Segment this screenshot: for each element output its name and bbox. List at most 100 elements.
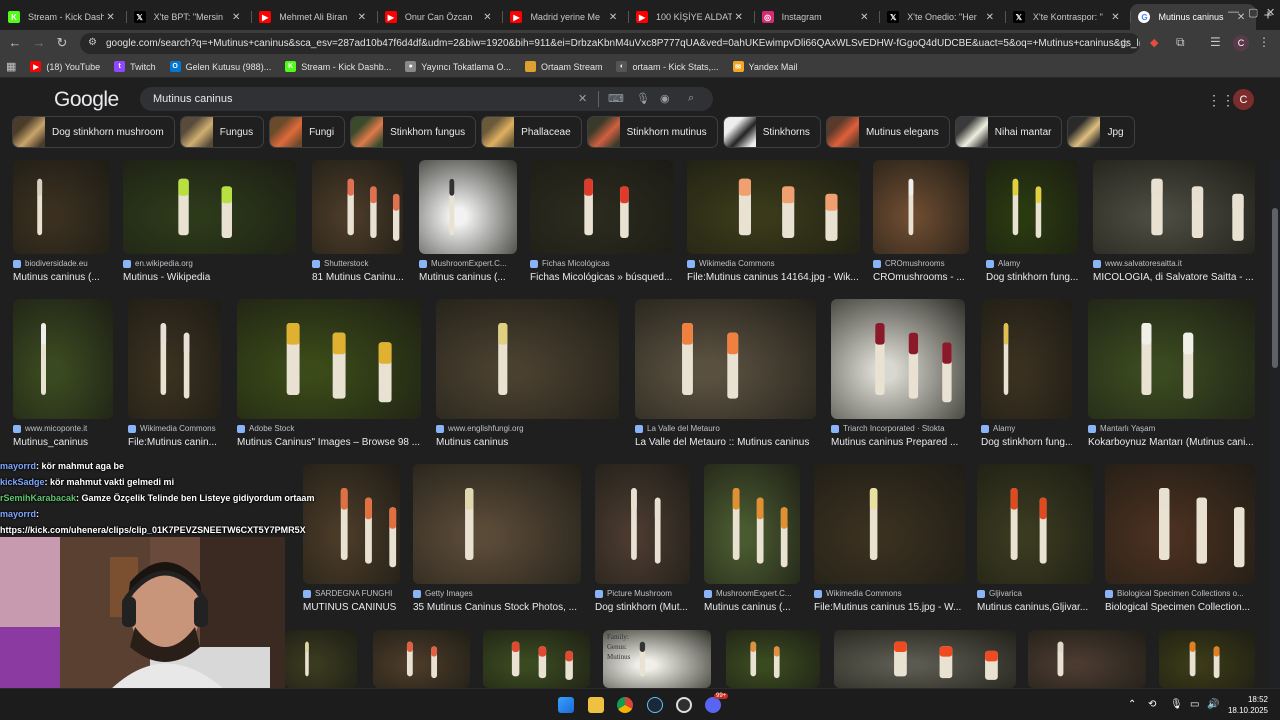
result-title[interactable]: 81 Mutinus Caninu... [312, 272, 403, 283]
result-source[interactable]: biodiversidade.eu [13, 259, 110, 268]
result-source[interactable]: Wikimedia Commons [814, 589, 965, 598]
search-chip[interactable]: Fungi [269, 116, 346, 148]
image-result[interactable] [419, 160, 517, 254]
forward-button-icon[interactable]: → [27, 35, 51, 50]
result-title[interactable]: Dog stinkhorn fung... [981, 437, 1072, 448]
result-source[interactable]: Getty Images [413, 589, 581, 598]
result-source[interactable]: Adobe Stock [237, 424, 421, 433]
bookmark-item[interactable]: Ortaam Stream [524, 61, 602, 72]
chrome-menu-icon[interactable]: ⋮ [1258, 35, 1270, 49]
result-title[interactable]: Mutinus_caninus [13, 437, 113, 448]
chat-username[interactable]: mayorrd [0, 461, 36, 471]
windows-start-icon[interactable] [558, 697, 574, 713]
search-chip[interactable]: Jpg [1067, 116, 1135, 148]
image-result[interactable] [635, 299, 816, 419]
result-title[interactable]: 35 Mutinus Caninus Stock Photos, ... [413, 602, 581, 613]
result-title[interactable]: Mutinus caninus (... [419, 272, 517, 283]
minimize-icon[interactable]: — [1228, 6, 1239, 18]
result-title[interactable]: Mutinus caninus (... [704, 602, 800, 613]
tab-0[interactable]: K Stream - Kick Dashboard✕ [0, 4, 126, 30]
search-query[interactable]: Mutinus caninus [153, 93, 233, 105]
result-source[interactable]: Shutterstock [312, 259, 403, 268]
microphone-icon[interactable]: 🎙 [636, 92, 650, 105]
bookmark-item[interactable]: t Twitch [114, 61, 156, 72]
reading-list-icon[interactable]: ☰ [1210, 35, 1221, 49]
image-result[interactable] [530, 160, 673, 254]
bookmark-item[interactable]: ◐ ortaam - Kick Stats,... [616, 61, 719, 72]
image-result[interactable] [687, 160, 860, 254]
image-result[interactable] [285, 630, 357, 688]
close-tab-icon[interactable]: ✕ [983, 12, 997, 23]
result-source[interactable]: www.micoponte.it [13, 424, 113, 433]
tab-1[interactable]: 𝕏 X'te BPT: "Mersin ✕ [125, 4, 252, 30]
tab-6[interactable]: ◎ Instagram ✕ [753, 4, 880, 30]
image-result[interactable] [373, 630, 470, 688]
result-title[interactable]: Biological Specimen Collection... [1105, 602, 1255, 613]
search-chip[interactable]: Nihai mantar [954, 116, 1063, 148]
image-result[interactable] [834, 630, 1016, 688]
close-tab-icon[interactable]: ✕ [229, 12, 243, 23]
chat-username[interactable]: rSemihKarabacak [0, 493, 76, 503]
result-source[interactable]: Mantarlı Yaşam [1088, 424, 1255, 433]
lens-icon[interactable]: ◉ [660, 92, 670, 105]
result-title[interactable]: La Valle del Metauro :: Mutinus caninus [635, 437, 816, 448]
image-result[interactable] [873, 160, 969, 254]
search-chip[interactable]: Dog stinkhorn mushroom [12, 116, 175, 148]
scrollbar-thumb[interactable] [1272, 208, 1278, 368]
extension-icon[interactable]: ◆ [1150, 36, 1158, 49]
search-box[interactable]: Mutinus caninus ✕ ⌨ 🎙 ◉ ⌕ [140, 87, 713, 111]
search-chip[interactable]: Fungus [179, 116, 265, 148]
google-account-avatar[interactable]: C [1233, 89, 1254, 110]
image-result[interactable] [986, 160, 1078, 254]
image-result[interactable] [128, 299, 221, 419]
search-icon[interactable]: ⌕ [688, 92, 694, 105]
result-title[interactable]: File:Mutinus caninus 15.jpg - W... [814, 602, 965, 613]
extensions-puzzle-icon[interactable]: ⧉ [1176, 35, 1185, 50]
image-result[interactable] [1088, 299, 1255, 419]
result-title[interactable]: Mutinus caninus,Gljivar... [977, 602, 1093, 613]
image-result[interactable]: Family: Genus: Mutinus [603, 630, 711, 688]
image-result[interactable] [977, 464, 1093, 584]
result-title[interactable]: MICOLOGIA, di Salvatore Saitta - ... [1093, 272, 1255, 283]
search-chip[interactable]: Stinkhorn fungus [350, 116, 477, 148]
profile-avatar[interactable]: C [1233, 35, 1249, 51]
result-source[interactable]: Gljivarica [977, 589, 1093, 598]
image-result[interactable] [13, 299, 113, 419]
image-result[interactable] [123, 160, 296, 254]
result-title[interactable]: Mutinus caninus (... [13, 272, 110, 283]
result-source[interactable]: Wikimedia Commons [687, 259, 860, 268]
obs-icon[interactable] [676, 697, 692, 713]
result-source[interactable]: Triarch Incorporated · Stokta [831, 424, 965, 433]
clear-icon[interactable]: ✕ [578, 92, 587, 105]
search-chip[interactable]: Stinkhorn mutinus [586, 116, 718, 148]
steam-icon[interactable] [647, 697, 663, 713]
back-button-icon[interactable]: ← [3, 35, 27, 50]
image-result[interactable] [436, 299, 619, 419]
result-title[interactable]: Mutinus caninus [436, 437, 619, 448]
chat-username[interactable]: mayorrd [0, 509, 36, 519]
close-tab-icon[interactable]: ✕ [480, 12, 494, 23]
microphone-tray-icon[interactable]: 🎙 [1170, 699, 1183, 710]
chrome-icon[interactable] [617, 697, 633, 713]
image-result[interactable] [1159, 630, 1255, 688]
image-result[interactable] [831, 299, 965, 419]
page-scrollbar[interactable] [1270, 160, 1280, 688]
tab-2[interactable]: ▶ Mehmet Ali Biran ✕ [251, 4, 377, 30]
tray-overflow-icon[interactable]: ⌃ [1128, 699, 1136, 710]
result-source[interactable]: Wikimedia Commons [128, 424, 221, 433]
result-title[interactable]: Dog stinkhorn fung... [986, 272, 1078, 283]
image-result[interactable] [814, 464, 965, 584]
tab-3[interactable]: ▶ Onur Can Özcan ✕ [376, 4, 503, 30]
search-chip[interactable]: Mutinus elegans [825, 116, 950, 148]
result-source[interactable]: Picture Mushroom [595, 589, 690, 598]
bookmark-item[interactable]: ✉ Yandex Mail [732, 61, 797, 72]
result-source[interactable]: en.wikipedia.org [123, 259, 296, 268]
close-tab-icon[interactable]: ✕ [104, 12, 118, 23]
close-tab-icon[interactable]: ✕ [732, 12, 746, 23]
image-result[interactable] [1028, 630, 1146, 688]
bookmark-item[interactable]: O Gelen Kutusu (988)... [169, 61, 271, 72]
result-title[interactable]: Mutinus Caninus" Images – Browse 98 ... [237, 437, 421, 448]
result-title[interactable]: Mutinus - Wikipedia [123, 272, 296, 283]
maximize-icon[interactable]: ▢ [1248, 6, 1258, 19]
result-source[interactable]: CROmushrooms [873, 259, 969, 268]
